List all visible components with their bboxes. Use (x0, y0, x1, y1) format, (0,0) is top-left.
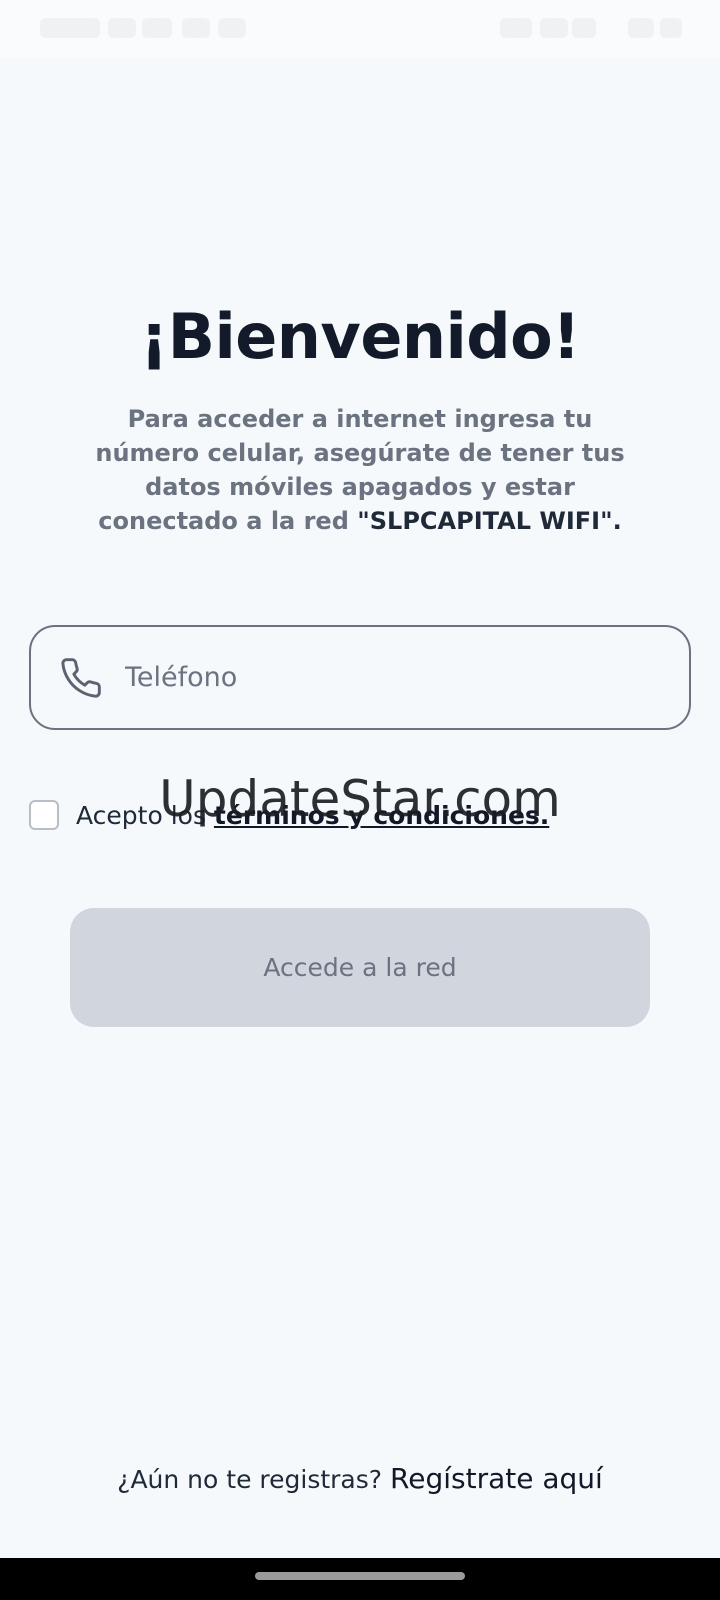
page-title: ¡Bienvenido! (139, 300, 581, 373)
network-name: "SLPCAPITAL WIFI". (357, 507, 622, 535)
terms-link[interactable]: términos y condiciones. (214, 801, 549, 830)
phone-field[interactable] (29, 625, 691, 730)
page-subtitle: Para acceder a internet ingresa tu númer… (90, 402, 630, 538)
terms-label: Acepto los términos y condiciones. (76, 801, 549, 830)
phone-icon (61, 657, 101, 698)
home-indicator[interactable] (255, 1572, 465, 1580)
terms-prefix: Acepto los (76, 800, 206, 830)
register-question: ¿Aún no te registras? (117, 1465, 383, 1494)
register-link[interactable]: Regístrate aquí (390, 1462, 603, 1495)
terms-row: Acepto los términos y condiciones. (29, 797, 549, 833)
register-prompt: ¿Aún no te registras? Regístrate aquí (0, 1462, 720, 1495)
terms-checkbox[interactable] (29, 800, 59, 830)
navigation-bar (0, 1558, 720, 1600)
phone-input[interactable] (123, 661, 647, 694)
welcome-screen: ¡Bienvenido! Para acceder a internet ing… (0, 0, 720, 1600)
access-network-button[interactable]: Accede a la red (70, 908, 650, 1027)
